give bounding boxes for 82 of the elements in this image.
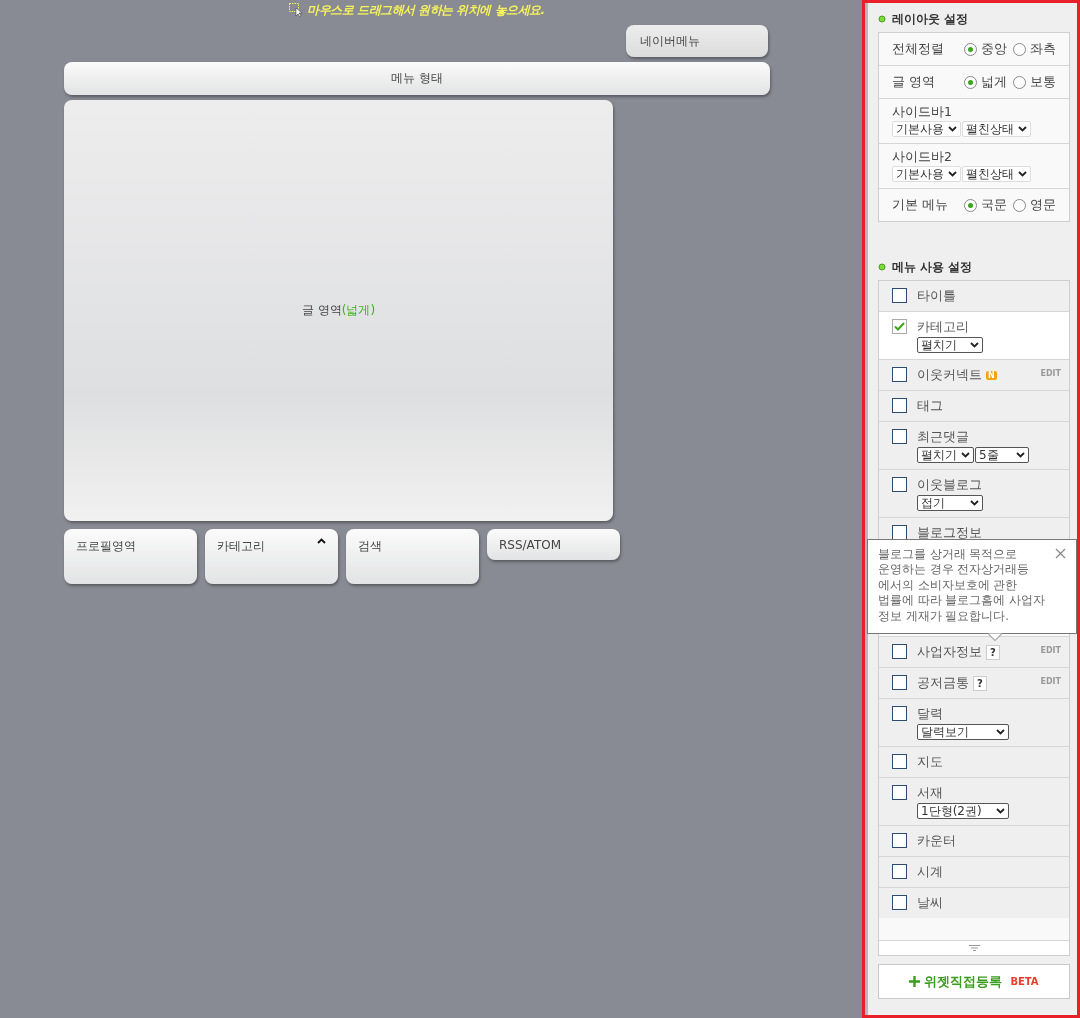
chevron-down-icon [961,452,970,458]
radio-option[interactable]: 보통 [1013,73,1056,91]
checkbox[interactable] [892,429,907,444]
chevron-down-icon [1018,171,1027,177]
checkbox[interactable] [892,864,907,879]
sidebar-widget[interactable]: 검색 [346,529,479,584]
menu-item-label: 블로그정보 [917,524,982,542]
menu-bar-widget[interactable]: 메뉴 형태 [64,62,770,95]
menu-item-label: 달력 [917,705,943,723]
checkbox[interactable] [892,675,907,690]
checkbox[interactable] [892,833,907,848]
menu-item-label: 서재 [917,784,943,802]
checkbox[interactable] [892,895,907,910]
radio-option[interactable]: 영문 [1013,196,1056,214]
drag-hint: 마우스로 드래그해서 원하는 위치에 놓으세요. [307,1,545,19]
dropdown[interactable]: 펼치기 [917,447,974,463]
new-badge: N [986,370,997,380]
dropdown[interactable]: 5줄 [975,447,1029,463]
menu-item-label: 이웃블로그 [917,476,982,494]
menu-item-label: 시계 [917,863,943,881]
section-title: 메뉴 사용 설정 [892,258,973,276]
dropdown[interactable]: 기본사용 [892,121,961,137]
scroll-down-icon[interactable] [968,945,980,951]
checkbox[interactable] [892,477,907,492]
setting-label: 전체정렬 [892,40,945,58]
chevron-down-icon [948,126,957,132]
menu-item-label: 타이틀 [917,287,956,305]
drag-cursor-icon [289,3,304,17]
caret-up-icon[interactable] [317,538,326,544]
sidebar-widget[interactable]: 카테고리 [205,529,338,584]
radio-option[interactable]: 좌측 [1013,40,1056,58]
chevron-down-icon [1018,126,1027,132]
checkbox[interactable] [892,398,907,413]
radio-option[interactable]: 국문 [964,196,1007,214]
chevron-down-icon [970,342,979,348]
plus-icon [909,976,921,987]
tooltip-text: 블로그를 상거래 목적으로 운영하는 경우 전자상거래등 에서의 소비자보호에 관한 법률에 따라 블로그홈에 사업자 정보 게재가 필요합니다. [878,546,1046,624]
checkbox[interactable] [892,319,907,334]
menu-item-label: 카운터 [917,832,956,850]
menu-item-label: 최근댓글 [917,428,969,446]
radio-option[interactable]: 중앙 [964,40,1007,58]
menu-item-label: 공저금통 [917,674,969,692]
status-dot-icon [878,15,886,23]
dropdown[interactable]: 1단형(2권) [917,803,1009,819]
chevron-down-icon [948,171,957,177]
dropdown[interactable]: 펼친상태 [962,166,1031,182]
menu-item-label: 사업자정보 [917,643,982,661]
content-area[interactable]: 글 영역(넓게) [64,100,613,521]
menu-item-label: 날씨 [917,894,943,912]
help-badge[interactable]: ? [986,644,1000,660]
checkbox[interactable] [892,754,907,769]
setting-label: 사이드바2 [892,149,952,166]
add-widget-button[interactable]: 위젯직접등록 BETA [878,964,1070,999]
checkbox[interactable] [892,644,907,659]
naver-menu-widget[interactable]: 네이버메뉴 [626,25,768,57]
menu-item-label: 태그 [917,397,943,415]
checkbox[interactable] [892,706,907,721]
dropdown[interactable]: 기본사용 [892,166,961,182]
status-dot-icon [878,263,886,271]
setting-label: 글 영역 [892,73,936,91]
close-icon[interactable] [1055,547,1066,559]
chevron-down-icon [996,729,1005,735]
chevron-down-icon [1016,452,1025,458]
chevron-down-icon [996,808,1005,814]
sidebar-widget[interactable]: 프로필영역 [64,529,197,584]
help-badge[interactable]: ? [973,675,987,691]
menu-item-label: 지도 [917,753,943,771]
chevron-down-icon [970,500,979,506]
dropdown[interactable]: 펼친상태 [962,121,1031,137]
setting-label: 사이드바1 [892,104,952,121]
dropdown[interactable]: 접기 [917,495,983,511]
checkbox[interactable] [892,785,907,800]
section-title: 레이아웃 설정 [892,10,969,28]
dropdown[interactable]: 펼치기 [917,337,983,353]
sidebar-widget[interactable]: RSS/ATOM [487,529,620,560]
checkbox[interactable] [892,367,907,382]
setting-label: 기본 메뉴 [892,196,949,214]
checkbox[interactable] [892,288,907,303]
dropdown[interactable]: 달력보기 [917,724,1009,740]
menu-item-label: 카테고리 [917,318,969,336]
radio-option[interactable]: 넓게 [964,73,1007,91]
menu-item-label: 이웃커넥트 [917,366,982,384]
